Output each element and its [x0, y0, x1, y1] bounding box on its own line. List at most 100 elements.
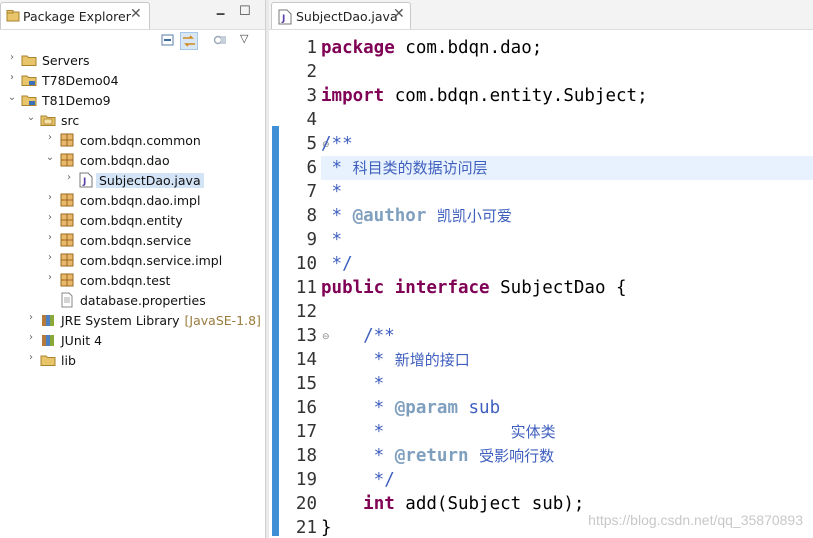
- code-line[interactable]: import com.bdqn.entity.Subject;: [321, 84, 648, 108]
- line-number: 20: [295, 494, 317, 514]
- package-icon: [59, 212, 75, 228]
- collapsed-arrow-icon[interactable]: ›: [44, 232, 56, 243]
- tree-item-label: com.bdqn.entity: [80, 213, 183, 228]
- line-number: 7: [306, 182, 317, 202]
- explorer-toolbar: ▽: [0, 30, 265, 52]
- line-number: 4: [306, 110, 317, 130]
- svg-text:J: J: [82, 177, 86, 187]
- tree-item[interactable]: › JUnit 4: [0, 330, 265, 350]
- code-line[interactable]: */: [321, 468, 395, 492]
- focus-workspace-icon[interactable]: [212, 32, 230, 50]
- view-menu-icon[interactable]: ▽: [240, 32, 258, 50]
- line-number: 12: [295, 302, 317, 322]
- close-icon[interactable]: ✕: [130, 6, 142, 22]
- folder-icon: [21, 52, 37, 68]
- collapsed-arrow-icon[interactable]: ›: [63, 172, 75, 183]
- maximize-icon[interactable]: ☐: [239, 4, 251, 19]
- tree-item[interactable]: › J SubjectDao.java: [0, 170, 265, 190]
- line-number: 8: [306, 206, 317, 226]
- tree-item[interactable]: › JRE System Library [JavaSE-1.8]: [0, 310, 265, 330]
- code-line[interactable]: public interface SubjectDao {: [321, 276, 627, 300]
- tree-item-text: T81Demo9: [42, 93, 111, 108]
- code-line[interactable]: package com.bdqn.dao;: [321, 36, 542, 60]
- code-line[interactable]: *: [321, 228, 343, 252]
- line-number: 14: [295, 350, 317, 370]
- tab-subjectdao-java[interactable]: J SubjectDao.java ✕: [271, 2, 411, 29]
- tree-item-label: JRE System Library [JavaSE-1.8]: [61, 313, 261, 328]
- code-line[interactable]: /**: [321, 132, 353, 156]
- package-icon: [59, 192, 75, 208]
- tree-item[interactable]: › Servers: [0, 50, 265, 70]
- package-explorer-icon: [6, 9, 20, 26]
- collapse-all-icon[interactable]: [160, 32, 178, 50]
- tree-item-text: src: [61, 113, 80, 128]
- line-number: 6: [306, 158, 317, 178]
- code-line[interactable]: *: [321, 180, 343, 204]
- collapsed-arrow-icon[interactable]: ›: [44, 132, 56, 143]
- tree-item[interactable]: database.properties: [0, 290, 265, 310]
- close-icon[interactable]: ✕: [393, 6, 405, 22]
- source-folder-icon: [40, 112, 56, 128]
- java-editor: J SubjectDao.java ✕ 1 2 3 4 5 ⊖ 6 7 8 9 10 11 12 13 ⊖ 1…: [269, 0, 813, 538]
- tree-item[interactable]: ⌄ src: [0, 110, 265, 130]
- code-line[interactable]: * 科目类的数据访问层: [321, 156, 813, 180]
- collapsed-arrow-icon[interactable]: ›: [44, 192, 56, 203]
- tree-item[interactable]: ⌄ T81Demo9: [0, 90, 265, 110]
- tree-item[interactable]: ⌄ com.bdqn.dao: [0, 150, 265, 170]
- tree-item[interactable]: › lib: [0, 350, 265, 370]
- collapsed-arrow-icon[interactable]: ›: [25, 352, 37, 363]
- properties-file-icon: [59, 292, 75, 308]
- code-line[interactable]: * @return 受影响行数: [321, 444, 554, 468]
- tree-item-label: T81Demo9: [42, 93, 111, 108]
- collapsed-arrow-icon[interactable]: ›: [44, 252, 56, 263]
- line-number: 18: [295, 446, 317, 466]
- collapsed-arrow-icon[interactable]: ›: [44, 272, 56, 283]
- collapsed-arrow-icon[interactable]: ›: [25, 312, 37, 323]
- tree-item[interactable]: › T78Demo04: [0, 70, 265, 90]
- tab-package-explorer[interactable]: Package Explorer ✕: [0, 2, 150, 29]
- collapsed-arrow-icon[interactable]: ›: [6, 72, 18, 83]
- code-line[interactable]: * 新增的接口: [321, 348, 470, 372]
- tree-item-label: com.bdqn.common: [80, 133, 201, 148]
- code-line[interactable]: * @param sub: [321, 396, 500, 420]
- line-number: 13: [295, 326, 317, 346]
- tree-item-label: com.bdqn.dao.impl: [80, 193, 200, 208]
- project-icon: [21, 72, 37, 88]
- code-line[interactable]: /**: [321, 324, 395, 348]
- tree-item-text: JUnit 4: [61, 333, 103, 348]
- line-number: 1: [306, 38, 317, 58]
- code-line[interactable]: int add(Subject sub);: [321, 492, 584, 516]
- code-line[interactable]: *: [321, 372, 385, 396]
- collapsed-arrow-icon[interactable]: ›: [44, 212, 56, 223]
- expanded-arrow-icon[interactable]: ⌄: [6, 92, 18, 103]
- minimize-icon[interactable]: 🗕: [216, 4, 225, 26]
- expanded-arrow-icon[interactable]: ⌄: [25, 112, 37, 123]
- link-with-editor-icon[interactable]: [180, 32, 198, 50]
- code-line[interactable]: * 实体类: [321, 420, 556, 444]
- package-icon: [59, 252, 75, 268]
- code-line[interactable]: }: [321, 516, 332, 538]
- line-number: 21: [295, 518, 317, 538]
- tree-item-label: src: [61, 113, 79, 128]
- tree-item-text: com.bdqn.test: [80, 273, 171, 288]
- tree-item-label: SubjectDao.java: [96, 173, 204, 188]
- tab-subjectdao-java-label: SubjectDao.java: [296, 9, 398, 24]
- tree-item[interactable]: › com.bdqn.service: [0, 230, 265, 250]
- tree-item[interactable]: › com.bdqn.dao.impl: [0, 190, 265, 210]
- tree-item[interactable]: › com.bdqn.service.impl: [0, 250, 265, 270]
- collapsed-arrow-icon[interactable]: ›: [25, 332, 37, 343]
- collapsed-arrow-icon[interactable]: ›: [6, 52, 18, 63]
- tree-item-text: com.bdqn.service: [80, 233, 192, 248]
- library-icon: [40, 312, 56, 328]
- package-icon: [59, 132, 75, 148]
- line-number: 19: [295, 470, 317, 490]
- line-number: 15: [295, 374, 317, 394]
- code-line[interactable]: * @author 凯凯小可爱: [321, 204, 512, 228]
- tree-item[interactable]: › com.bdqn.common: [0, 130, 265, 150]
- tree-item-text: database.properties: [80, 293, 206, 308]
- tree-item[interactable]: › com.bdqn.entity: [0, 210, 265, 230]
- expanded-arrow-icon[interactable]: ⌄: [44, 152, 56, 163]
- tree-item-text: Servers: [42, 53, 90, 68]
- tree-item[interactable]: › com.bdqn.test: [0, 270, 265, 290]
- code-line[interactable]: */: [321, 252, 353, 276]
